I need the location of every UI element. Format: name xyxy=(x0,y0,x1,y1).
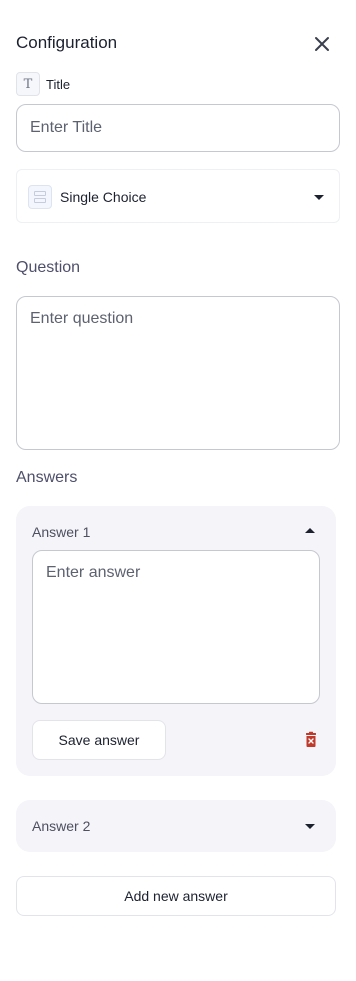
add-new-answer-button[interactable]: Add new answer xyxy=(16,876,336,916)
question-type-select[interactable]: Single Choice xyxy=(16,169,340,223)
answer-title: Answer 2 xyxy=(32,818,91,834)
question-input[interactable] xyxy=(16,296,340,450)
single-choice-icon xyxy=(28,185,52,209)
panel-title: Configuration xyxy=(16,33,118,52)
title-label: Title xyxy=(46,77,71,92)
question-type-value: Single Choice xyxy=(60,189,147,205)
answer-input[interactable] xyxy=(32,550,320,704)
chevron-up-icon[interactable] xyxy=(305,528,315,533)
answer-card-collapsed[interactable]: Answer 2 xyxy=(16,800,336,852)
answer-title[interactable]: Answer 1 xyxy=(32,524,90,540)
question-label: Question xyxy=(16,259,81,276)
title-input[interactable] xyxy=(16,104,340,152)
text-type-icon: T xyxy=(16,72,40,96)
answer-card: Answer 1 Save answer xyxy=(16,506,336,776)
trash-icon[interactable] xyxy=(302,731,320,749)
save-answer-button[interactable]: Save answer xyxy=(32,720,166,760)
close-icon[interactable] xyxy=(310,32,334,56)
chevron-down-icon xyxy=(314,195,324,200)
chevron-down-icon xyxy=(305,824,315,829)
answers-label: Answers xyxy=(16,469,78,486)
